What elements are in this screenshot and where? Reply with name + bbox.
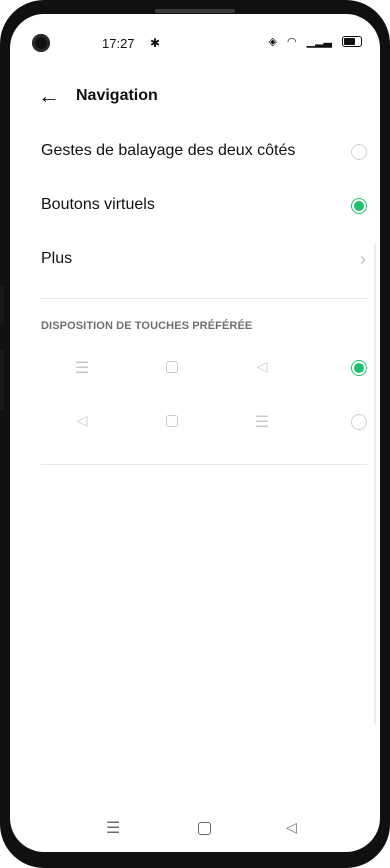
radio-virtual-buttons[interactable] (351, 198, 367, 214)
section-title: DISPOSITION DE TOUCHES PRÉFÉRÉE (41, 320, 253, 332)
wifi-icon: ◠ (287, 36, 297, 48)
option-swipe-gestures[interactable]: Gestes de balayage des deux côtés (10, 132, 380, 172)
volume-button (0, 285, 4, 325)
menu-icon: ☰ (74, 360, 90, 377)
back-arrow-icon[interactable]: ← (38, 84, 60, 108)
home-icon (157, 360, 187, 376)
earpiece-speaker (155, 9, 235, 13)
radio-layout-2[interactable] (351, 414, 367, 430)
navigation-bar: ☰ ◁ (10, 808, 380, 852)
page-header: ← Navigation (10, 84, 380, 112)
menu-icon[interactable]: ☰ (106, 818, 120, 838)
option-virtual-buttons[interactable]: Boutons virtuels (10, 186, 380, 226)
back-icon: ◁ (76, 412, 88, 428)
option-more[interactable]: Plus › (10, 240, 380, 280)
phone-frame: 17:27 ✱ ◈ ◠ ▁▂▃ ← Navigation Gestes de b… (0, 0, 390, 868)
status-bar: 17:27 ✱ ◈ ◠ ▁▂▃ (10, 32, 380, 62)
status-time: 17:27 (102, 36, 135, 51)
radio-swipe-gestures[interactable] (351, 144, 367, 160)
home-icon (157, 414, 187, 430)
scrollbar[interactable] (374, 244, 376, 724)
divider (41, 298, 367, 299)
status-icons: ◈ ◠ ▁▂▃ (269, 35, 362, 48)
back-icon[interactable]: ◁ (286, 819, 297, 836)
home-icon[interactable] (198, 822, 211, 840)
gear-icon: ✱ (150, 36, 161, 50)
back-icon: ◁ (256, 358, 268, 374)
radio-layout-1[interactable] (351, 360, 367, 376)
option-label: Boutons virtuels (41, 196, 155, 213)
menu-icon: ☰ (254, 414, 270, 431)
chevron-right-icon: › (360, 249, 366, 269)
screen: 17:27 ✱ ◈ ◠ ▁▂▃ ← Navigation Gestes de b… (10, 14, 380, 852)
power-button (0, 350, 4, 410)
front-camera (32, 34, 50, 52)
battery-icon (342, 36, 362, 47)
option-label: Gestes de balayage des deux côtés (41, 142, 296, 159)
option-label: Plus (41, 250, 73, 267)
divider (41, 464, 367, 465)
vibrate-icon: ◈ (268, 36, 277, 48)
page-title: Navigation (76, 87, 158, 104)
layout-option-2[interactable]: ◁ ☰ (10, 412, 380, 442)
layout-option-1[interactable]: ☰ ◁ (10, 358, 380, 388)
signal-icon: ▁▂▃ (306, 36, 332, 48)
